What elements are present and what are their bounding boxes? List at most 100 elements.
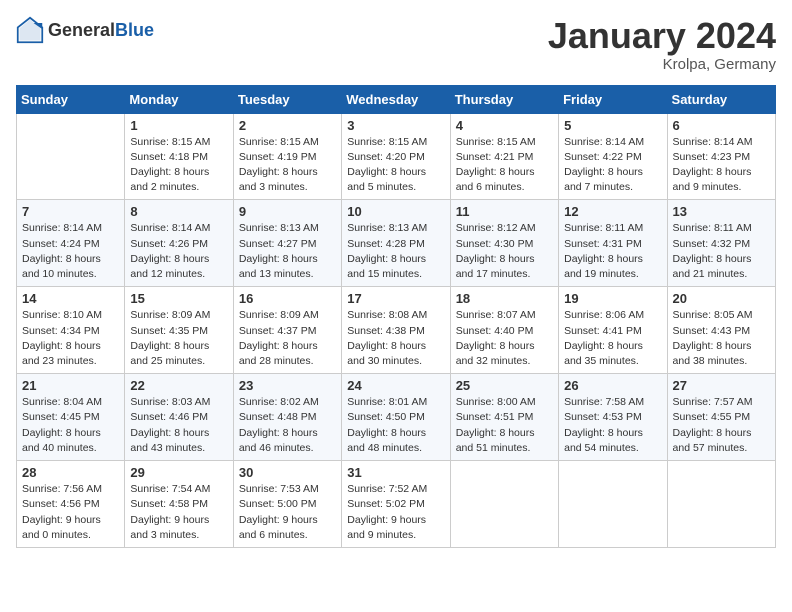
day-number: 24	[347, 378, 444, 393]
calendar-cell: 12 Sunrise: 8:11 AMSunset: 4:31 PMDayligh…	[559, 200, 667, 287]
weekday-header-thursday: Thursday	[450, 85, 558, 113]
calendar-cell: 9 Sunrise: 8:13 AMSunset: 4:27 PMDaylight…	[233, 200, 341, 287]
calendar-cell: 8Sunrise: 8:14 AMSunset: 4:26 PMDaylight…	[125, 200, 233, 287]
calendar-cell	[450, 461, 558, 548]
day-info: Sunrise: 8:15 AMSunset: 4:18 PMDaylight:…	[130, 135, 227, 196]
day-info: Sunrise: 8:03 AMSunset: 4:46 PMDaylight:…	[130, 395, 227, 456]
day-info: Sunrise: 7:58 AMSunset: 4:53 PMDaylight:…	[564, 395, 661, 456]
calendar-cell: 26 Sunrise: 7:58 AMSunset: 4:53 PMDayligh…	[559, 374, 667, 461]
logo: GeneralBlue	[16, 16, 154, 44]
calendar-cell: 1 Sunrise: 8:15 AMSunset: 4:18 PMDaylight…	[125, 113, 233, 200]
day-number: 12	[564, 204, 661, 219]
day-number: 11	[456, 204, 553, 219]
day-info: Sunrise: 8:07 AMSunset: 4:40 PMDaylight:…	[456, 308, 553, 369]
month-title: January 2024	[548, 16, 776, 56]
day-number: 3	[347, 118, 444, 133]
weekday-header-friday: Friday	[559, 85, 667, 113]
day-number: 15	[130, 291, 227, 306]
day-info: Sunrise: 8:15 AMSunset: 4:21 PMDaylight:…	[456, 135, 553, 196]
weekday-header-row: SundayMondayTuesdayWednesdayThursdayFrid…	[17, 85, 776, 113]
calendar-cell: 18Sunrise: 8:07 AMSunset: 4:40 PMDayligh…	[450, 287, 558, 374]
calendar-cell: 10 Sunrise: 8:13 AMSunset: 4:28 PMDayligh…	[342, 200, 450, 287]
calendar-cell: 24 Sunrise: 8:01 AMSunset: 4:50 PMDayligh…	[342, 374, 450, 461]
location: Krolpa, Germany	[548, 56, 776, 73]
day-number: 7	[22, 204, 119, 219]
calendar-cell	[17, 113, 125, 200]
day-number: 26	[564, 378, 661, 393]
logo-text-blue: Blue	[115, 20, 154, 40]
day-info: Sunrise: 8:11 AMSunset: 4:31 PMDaylight:…	[564, 221, 661, 282]
calendar-table: SundayMondayTuesdayWednesdayThursdayFrid…	[16, 85, 776, 548]
calendar-cell: 14Sunrise: 8:10 AMSunset: 4:34 PMDayligh…	[17, 287, 125, 374]
calendar-cell: 4 Sunrise: 8:15 AMSunset: 4:21 PMDaylight…	[450, 113, 558, 200]
day-info: Sunrise: 7:56 AMSunset: 4:56 PMDaylight:…	[22, 482, 119, 543]
calendar-week-row: 28 Sunrise: 7:56 AMSunset: 4:56 PMDayligh…	[17, 461, 776, 548]
day-number: 2	[239, 118, 336, 133]
day-info: Sunrise: 8:15 AMSunset: 4:20 PMDaylight:…	[347, 135, 444, 196]
day-info: Sunrise: 8:13 AMSunset: 4:27 PMDaylight:…	[239, 221, 336, 282]
calendar-cell: 5 Sunrise: 8:14 AMSunset: 4:22 PMDaylight…	[559, 113, 667, 200]
day-number: 9	[239, 204, 336, 219]
weekday-header-monday: Monday	[125, 85, 233, 113]
day-info: Sunrise: 8:08 AMSunset: 4:38 PMDaylight:…	[347, 308, 444, 369]
calendar-cell: 29 Sunrise: 7:54 AMSunset: 4:58 PMDayligh…	[125, 461, 233, 548]
calendar-cell: 27Sunrise: 7:57 AMSunset: 4:55 PMDayligh…	[667, 374, 775, 461]
calendar-cell: 25Sunrise: 8:00 AMSunset: 4:51 PMDayligh…	[450, 374, 558, 461]
calendar-week-row: 21 Sunrise: 8:04 AMSunset: 4:45 PMDayligh…	[17, 374, 776, 461]
day-info: Sunrise: 8:14 AMSunset: 4:22 PMDaylight:…	[564, 135, 661, 196]
day-info: Sunrise: 8:14 AMSunset: 4:23 PMDaylight:…	[673, 135, 770, 196]
day-info: Sunrise: 7:54 AMSunset: 4:58 PMDaylight:…	[130, 482, 227, 543]
day-info: Sunrise: 8:05 AMSunset: 4:43 PMDaylight:…	[673, 308, 770, 369]
day-number: 19	[564, 291, 661, 306]
calendar-cell: 19 Sunrise: 8:06 AMSunset: 4:41 PMDayligh…	[559, 287, 667, 374]
calendar-cell	[667, 461, 775, 548]
day-info: Sunrise: 8:09 AMSunset: 4:37 PMDaylight:…	[239, 308, 336, 369]
calendar-cell	[559, 461, 667, 548]
day-number: 6	[673, 118, 770, 133]
day-number: 20	[673, 291, 770, 306]
day-number: 27	[673, 378, 770, 393]
calendar-cell: 11 Sunrise: 8:12 AMSunset: 4:30 PMDayligh…	[450, 200, 558, 287]
title-area: January 2024 Krolpa, Germany	[548, 16, 776, 73]
day-number: 13	[673, 204, 770, 219]
day-number: 5	[564, 118, 661, 133]
calendar-cell: 7 Sunrise: 8:14 AMSunset: 4:24 PMDaylight…	[17, 200, 125, 287]
day-number: 16	[239, 291, 336, 306]
day-number: 10	[347, 204, 444, 219]
day-info: Sunrise: 8:01 AMSunset: 4:50 PMDaylight:…	[347, 395, 444, 456]
page-header: GeneralBlue January 2024 Krolpa, Germany	[16, 16, 776, 73]
calendar-cell: 23Sunrise: 8:02 AMSunset: 4:48 PMDayligh…	[233, 374, 341, 461]
calendar-cell: 21 Sunrise: 8:04 AMSunset: 4:45 PMDayligh…	[17, 374, 125, 461]
day-info: Sunrise: 8:10 AMSunset: 4:34 PMDaylight:…	[22, 308, 119, 369]
day-number: 21	[22, 378, 119, 393]
weekday-header-wednesday: Wednesday	[342, 85, 450, 113]
day-info: Sunrise: 8:12 AMSunset: 4:30 PMDaylight:…	[456, 221, 553, 282]
calendar-cell: 6 Sunrise: 8:14 AMSunset: 4:23 PMDaylight…	[667, 113, 775, 200]
logo-text-general: General	[48, 20, 115, 40]
day-number: 28	[22, 465, 119, 480]
day-number: 1	[130, 118, 227, 133]
day-info: Sunrise: 8:00 AMSunset: 4:51 PMDaylight:…	[456, 395, 553, 456]
day-info: Sunrise: 8:06 AMSunset: 4:41 PMDaylight:…	[564, 308, 661, 369]
day-info: Sunrise: 7:53 AMSunset: 5:00 PMDaylight:…	[239, 482, 336, 543]
day-number: 4	[456, 118, 553, 133]
calendar-cell: 15Sunrise: 8:09 AMSunset: 4:35 PMDayligh…	[125, 287, 233, 374]
day-number: 29	[130, 465, 227, 480]
day-info: Sunrise: 8:14 AMSunset: 4:24 PMDaylight:…	[22, 221, 119, 282]
day-info: Sunrise: 8:04 AMSunset: 4:45 PMDaylight:…	[22, 395, 119, 456]
day-number: 30	[239, 465, 336, 480]
calendar-cell: 31Sunrise: 7:52 AMSunset: 5:02 PMDayligh…	[342, 461, 450, 548]
calendar-cell: 22 Sunrise: 8:03 AMSunset: 4:46 PMDayligh…	[125, 374, 233, 461]
calendar-week-row: 7 Sunrise: 8:14 AMSunset: 4:24 PMDaylight…	[17, 200, 776, 287]
day-info: Sunrise: 8:13 AMSunset: 4:28 PMDaylight:…	[347, 221, 444, 282]
day-info: Sunrise: 8:02 AMSunset: 4:48 PMDaylight:…	[239, 395, 336, 456]
calendar-week-row: 14Sunrise: 8:10 AMSunset: 4:34 PMDayligh…	[17, 287, 776, 374]
day-info: Sunrise: 8:14 AMSunset: 4:26 PMDaylight:…	[130, 221, 227, 282]
day-info: Sunrise: 8:15 AMSunset: 4:19 PMDaylight:…	[239, 135, 336, 196]
calendar-cell: 13Sunrise: 8:11 AMSunset: 4:32 PMDayligh…	[667, 200, 775, 287]
weekday-header-sunday: Sunday	[17, 85, 125, 113]
calendar-week-row: 1 Sunrise: 8:15 AMSunset: 4:18 PMDaylight…	[17, 113, 776, 200]
calendar-cell: 16 Sunrise: 8:09 AMSunset: 4:37 PMDayligh…	[233, 287, 341, 374]
calendar-cell: 17Sunrise: 8:08 AMSunset: 4:38 PMDayligh…	[342, 287, 450, 374]
day-number: 22	[130, 378, 227, 393]
